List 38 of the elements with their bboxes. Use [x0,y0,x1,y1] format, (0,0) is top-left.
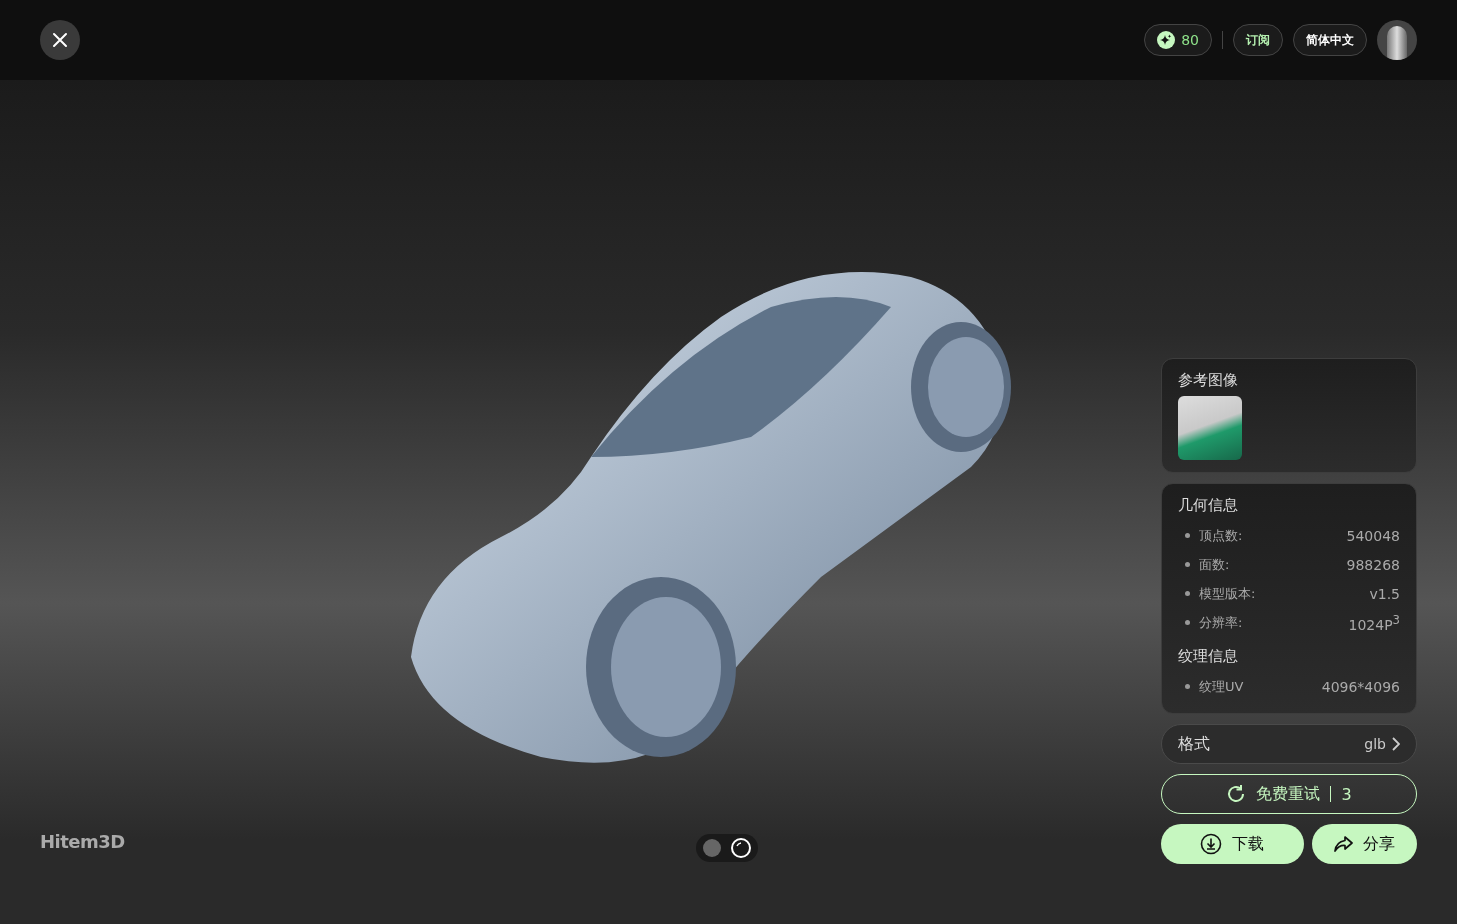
format-selector[interactable]: 格式 glb [1161,724,1417,764]
close-button[interactable] [40,20,80,60]
share-icon [1333,835,1354,853]
chevron-right-icon [1392,737,1400,751]
language-button[interactable]: 简体中文 [1293,24,1367,56]
info-value: v1.5 [1369,585,1400,602]
subscribe-button[interactable]: 订阅 [1233,24,1283,56]
share-button[interactable]: 分享 [1311,824,1417,864]
outline-sphere-icon[interactable] [730,837,752,859]
info-value: 988268 [1346,556,1400,573]
card-title: 参考图像 [1178,371,1239,390]
info-value: 1024P$^{3}$ [1348,612,1400,633]
photo-placeholder[interactable] [1178,396,1242,460]
sparkle-icon [1157,31,1176,49]
refresh-icon [1226,784,1247,804]
info-label: 纹理UV [1199,677,1245,696]
bullet-icon [1185,591,1190,596]
bullet-icon [1185,620,1190,625]
logo: Hitem3D [40,831,125,852]
solid-sphere-icon[interactable] [702,838,722,858]
close-icon [52,32,68,48]
info-value: 4096*4096 [1321,678,1400,695]
bullet-icon [1185,533,1190,538]
info-value: 540048 [1346,527,1400,544]
info-label: 分辨率: [1199,613,1244,632]
download-button[interactable]: 下载 [1161,824,1304,864]
card-title: 纹理信息 [1178,647,1239,666]
bullet-icon [1185,684,1190,689]
info-label: 模型版本: [1199,584,1257,603]
bullet-icon [1185,562,1190,567]
credits-button[interactable]: 80 [1144,24,1212,56]
format-value: glb [1364,736,1386,752]
avatar[interactable] [1377,20,1417,60]
info-label: 面数: [1199,555,1231,574]
info-label: 顶点数: [1199,526,1244,545]
download-icon [1200,833,1223,855]
card-title: 几何信息 [1178,496,1239,515]
format-label: 格式 [1178,733,1211,755]
